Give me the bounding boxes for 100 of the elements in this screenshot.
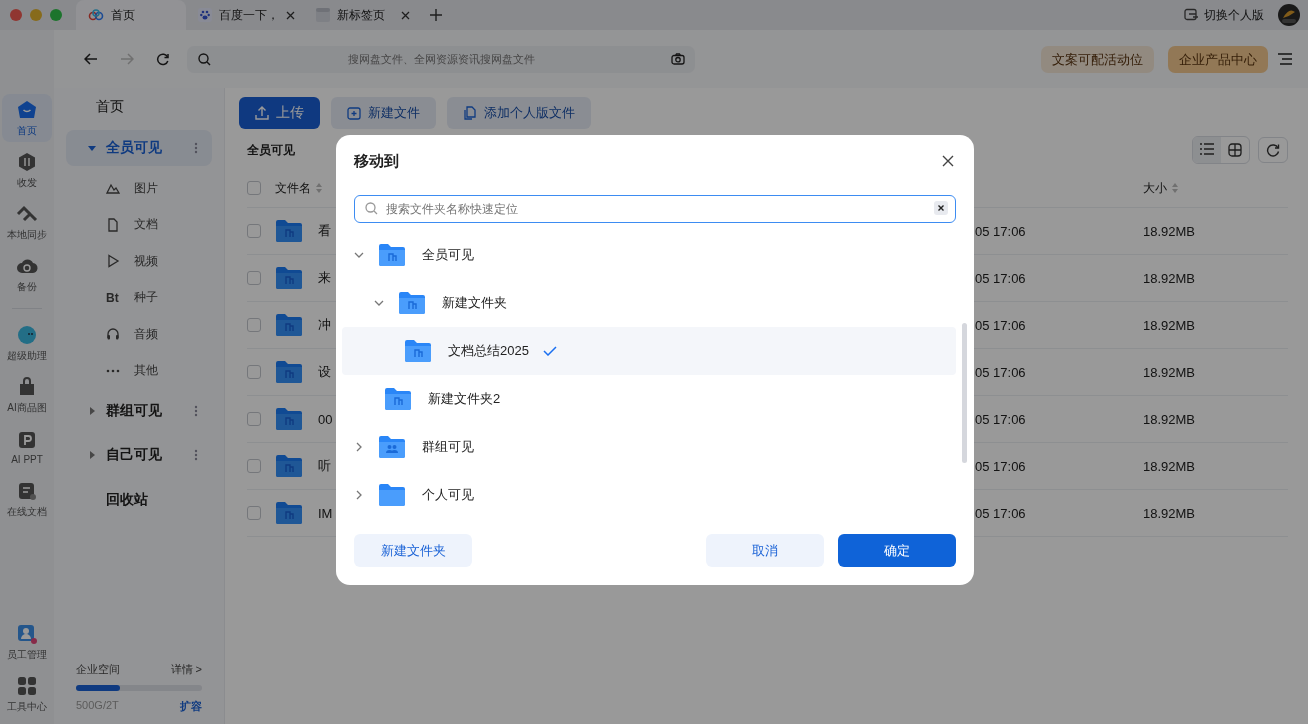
chevron-icon[interactable] [354, 250, 364, 260]
file-size: 18.92MB [1143, 270, 1197, 286]
window-close-button[interactable] [10, 9, 22, 21]
promo-button[interactable]: 文案可配活动位 [1041, 45, 1154, 73]
clear-icon[interactable] [934, 201, 948, 215]
promo-button[interactable]: 企业产品中心 [1168, 45, 1268, 73]
storage-label: 企业空间 [76, 662, 120, 677]
folder-row[interactable]: 新建文件夹2 [342, 375, 956, 423]
row-checkbox[interactable] [247, 459, 261, 473]
rail-item[interactable]: AI商品图 [2, 371, 52, 419]
category-item[interactable]: 文档 [66, 206, 212, 243]
expand-link[interactable]: 扩容 [180, 699, 202, 714]
row-checkbox[interactable] [247, 506, 261, 520]
folder-row[interactable]: 群组可见 [342, 423, 956, 471]
more-icon[interactable] [194, 142, 198, 154]
folder-icon [275, 407, 303, 431]
new-tab-icon[interactable] [430, 9, 442, 21]
folder-search-field[interactable]: 搜索文件夹名称快速定位 [354, 195, 956, 223]
file-size: 18.92MB [1143, 411, 1197, 427]
folder-icon [275, 219, 303, 243]
row-checkbox[interactable] [247, 365, 261, 379]
rail-item[interactable]: 收发 [2, 146, 52, 194]
refresh-button[interactable] [1258, 137, 1288, 163]
select-all-checkbox[interactable] [247, 181, 261, 195]
dialog-button[interactable]: 确定 [838, 534, 956, 567]
more-icon[interactable] [194, 405, 198, 417]
close-icon[interactable] [286, 10, 295, 20]
chevron-icon[interactable] [374, 298, 384, 308]
category-item[interactable]: 其他 [66, 352, 212, 389]
camera-icon[interactable] [671, 52, 685, 65]
file-size: 18.92MB [1143, 364, 1197, 380]
rail-item[interactable]: 工具中心 [2, 670, 52, 718]
modified-date: 05 17:06 [975, 317, 1027, 333]
chevron-icon[interactable] [354, 442, 364, 452]
toolbar-button[interactable]: 添加个人版文件 [447, 97, 591, 129]
space-item[interactable]: 群组可见 [66, 393, 212, 429]
avatar-icon[interactable] [1278, 4, 1300, 26]
more-icon[interactable] [194, 449, 198, 461]
folder-icon [404, 339, 432, 363]
rail-item[interactable]: AI PPT [2, 423, 52, 471]
folder-icon [378, 243, 406, 267]
rail-item[interactable]: 员工管理 [2, 618, 52, 666]
dialog-title: 移动到 [354, 151, 399, 171]
rail-item[interactable]: 首页 [2, 94, 52, 142]
trash-item[interactable]: 回收站 [66, 477, 212, 509]
switch-icon [1184, 8, 1198, 22]
ppt-icon [16, 429, 38, 451]
rail-item[interactable]: 在线文档 [2, 475, 52, 523]
column-header[interactable]: 文件名 [275, 179, 975, 197]
menu-icon[interactable] [1278, 53, 1292, 65]
row-checkbox[interactable] [247, 412, 261, 426]
category-item[interactable]: 图片 [66, 170, 212, 207]
list-icon [1200, 143, 1214, 155]
close-icon[interactable] [942, 155, 954, 167]
folder-row[interactable]: 文档总结2025 [342, 327, 956, 375]
close-icon[interactable] [401, 10, 410, 20]
toolbar-button[interactable]: 上传 [239, 97, 320, 129]
switch-version-button[interactable]: 切换个人版 [1184, 6, 1264, 24]
details-link[interactable]: 详情 > [170, 662, 202, 677]
modified-date: 05 17:06 [975, 411, 1027, 427]
dialog-button[interactable]: 新建文件夹 [354, 534, 472, 567]
rail-item[interactable]: 本地同步 [2, 198, 52, 246]
folder-icon [384, 387, 412, 411]
home-icon [16, 98, 38, 121]
reload-icon[interactable] [156, 52, 169, 66]
check-icon [542, 346, 557, 356]
row-checkbox[interactable] [247, 224, 261, 238]
space-item[interactable]: 自己可见 [66, 437, 212, 473]
breadcrumb: 全员可见 [247, 141, 295, 159]
column-header[interactable]: 大小 [1143, 179, 1288, 197]
folder-icon [275, 313, 303, 337]
folder-row[interactable]: 个人可见 [342, 471, 956, 519]
paw-icon [198, 8, 212, 22]
rail-item[interactable]: 备份 [2, 250, 52, 298]
row-checkbox[interactable] [247, 318, 261, 332]
browser-tab[interactable]: 首页 [76, 0, 186, 30]
list-view-button[interactable] [1193, 137, 1221, 163]
category-item[interactable]: 视频 [66, 243, 212, 280]
space-item[interactable]: 全员可见 [66, 130, 212, 166]
home-link[interactable]: 首页 [66, 88, 212, 126]
dialog-button[interactable]: 取消 [706, 534, 824, 567]
row-checkbox[interactable] [247, 271, 261, 285]
toolbar-button[interactable]: 新建文件 [331, 97, 436, 129]
chevron-icon[interactable] [354, 490, 364, 500]
browser-tab[interactable]: 百度一下， [186, 0, 304, 30]
modified-date: 05 17:06 [975, 364, 1027, 380]
folder-icon [378, 483, 406, 507]
rail-item[interactable]: 超级助理 [2, 319, 52, 367]
folder-row[interactable]: 新建文件夹 [342, 279, 956, 327]
tab-label: 首页 [111, 6, 136, 24]
back-icon[interactable] [84, 53, 98, 65]
category-item[interactable]: 音频 [66, 316, 212, 353]
sort-icon [1172, 183, 1178, 193]
category-item[interactable]: Bt 种子 [66, 279, 212, 316]
search-field[interactable]: 搜网盘文件、全网资源资讯搜网盘文件 [187, 45, 695, 73]
folder-icon [275, 266, 303, 290]
play-icon [106, 254, 120, 269]
browser-tab[interactable]: 新标签页 [304, 0, 422, 30]
folder-row[interactable]: 全员可见 [342, 231, 956, 279]
scrollbar[interactable] [962, 323, 967, 463]
